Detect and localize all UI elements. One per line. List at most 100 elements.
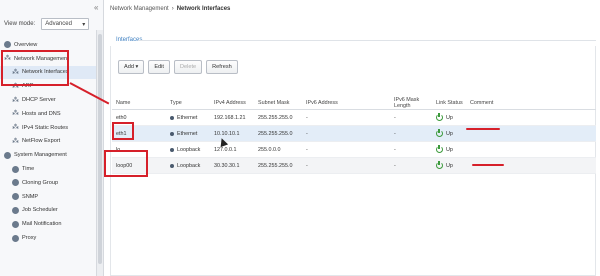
header-link-status[interactable]: Link Status: [436, 100, 470, 106]
breadcrumb-separator: ›: [171, 6, 174, 12]
table-row[interactable]: eth1 Ethernet 10.10.10.1 255.255.255.0 -…: [112, 126, 596, 142]
cell-mask: 255.255.255.0: [258, 162, 293, 169]
cell-type: Ethernet: [170, 131, 214, 137]
annotation-box-network-management: [1, 50, 69, 86]
sidebar-item-system-management[interactable]: System Management: [0, 148, 96, 162]
cell-type-label: Loopback: [177, 162, 201, 169]
loopback-icon: [170, 147, 174, 152]
sidebar-item-label: SNMP: [22, 193, 39, 200]
section-divider: [138, 40, 596, 41]
mail-icon: [12, 220, 19, 228]
ethernet-icon: [170, 115, 174, 120]
header-ipv4[interactable]: IPv4 Address: [214, 100, 258, 106]
header-mask[interactable]: Subnet Mask: [258, 100, 306, 106]
loopback-icon: [170, 163, 174, 168]
cell-type: Loopback: [170, 163, 214, 169]
snmp-icon: [12, 193, 19, 201]
cell-type-label: Ethernet: [177, 130, 198, 137]
view-mode-value: Advanced: [45, 21, 72, 27]
sidebar-item-snmp[interactable]: SNMP: [0, 190, 96, 204]
chevron-down-icon: ▾: [82, 21, 86, 28]
sidebar-item-time[interactable]: Time: [0, 162, 96, 176]
power-icon: [436, 144, 443, 153]
cell-mask: 255.255.255.0: [258, 130, 293, 137]
table-row[interactable]: loop00 Loopback 30.30.30.1 255.255.255.0…: [112, 158, 596, 174]
cell-type-label: Loopback: [177, 146, 201, 153]
routes-icon: ⁂: [12, 124, 19, 132]
cell-status: Up: [436, 112, 470, 121]
cell-type: Loopback: [170, 147, 214, 153]
breadcrumb: Network Management › Network Interfaces: [110, 6, 230, 12]
sidebar-item-ipv4-routes[interactable]: ⁂ IPv4 Static Routes: [0, 121, 96, 135]
sidebar-item-proxy[interactable]: Proxy: [0, 231, 96, 245]
power-icon: [436, 128, 443, 137]
cell-ipv6: -: [306, 114, 308, 121]
sidebar-item-label: Overview: [14, 41, 38, 48]
annotation-mark-eth1: [466, 128, 500, 130]
cell-ipv4: 127.0.0.1: [214, 146, 237, 153]
power-icon: [436, 160, 443, 169]
dhcp-icon: ⁂: [12, 96, 19, 104]
cell-mask: 255.0.0.0: [258, 146, 281, 153]
cell-ipv4: 10.10.10.1: [214, 130, 240, 137]
sidebar-item-job-scheduler[interactable]: Job Scheduler: [0, 204, 96, 218]
add-button[interactable]: Add ▾: [118, 60, 145, 74]
annotation-box-loop00: [104, 150, 148, 177]
table-header: Name Type IPv4 Address Subnet Mask IPv6 …: [112, 96, 596, 110]
table-row[interactable]: eth0 Ethernet 192.168.1.21 255.255.255.0…: [112, 110, 596, 126]
table-row[interactable]: lo Loopback 127.0.0.1 255.0.0.0 - - Up: [112, 142, 596, 158]
breadcrumb-parent[interactable]: Network Management: [110, 6, 169, 12]
sidebar-item-cloning-group[interactable]: Cloning Group: [0, 176, 96, 190]
sidebar-item-label: IPv4 Static Routes: [22, 124, 69, 131]
cell-status-label: Up: [446, 114, 453, 121]
edit-button[interactable]: Edit: [148, 60, 170, 74]
refresh-button[interactable]: Refresh: [206, 60, 238, 74]
header-ipv6-length[interactable]: IPv6 Mask Length: [394, 97, 436, 109]
cell-status: Up: [436, 144, 470, 153]
header-ipv6[interactable]: IPv6 Address: [306, 100, 394, 106]
toolbar: Add ▾ Edit Delete Refresh: [118, 60, 238, 74]
view-mode-label: View mode:: [4, 21, 36, 27]
header-type[interactable]: Type: [170, 100, 214, 106]
collapse-sidebar-button[interactable]: «: [94, 3, 98, 12]
system-icon: [4, 151, 11, 159]
cell-ipv4: 30.30.30.1: [214, 162, 240, 169]
hosts-dns-icon: ⁂: [12, 110, 19, 118]
cell-ipv6-length: -: [394, 146, 396, 153]
sidebar-item-label: Hosts and DNS: [22, 110, 61, 117]
cell-ipv6: -: [306, 146, 308, 153]
sidebar-item-dhcp-server[interactable]: ⁂ DHCP Server: [0, 93, 96, 107]
breadcrumb-current: Network Interfaces: [176, 6, 231, 12]
cell-ipv4: 192.168.1.21: [214, 114, 246, 121]
sidebar-scrollbar-thumb[interactable]: [98, 34, 102, 264]
cloning-icon: [12, 179, 19, 187]
sidebar-item-mail-notification[interactable]: Mail Notification: [0, 217, 96, 231]
annotation-box-eth1: [112, 122, 134, 140]
cell-status-label: Up: [446, 162, 453, 169]
cell-ipv6: -: [306, 130, 308, 137]
sidebar-item-hosts-dns[interactable]: ⁂ Hosts and DNS: [0, 107, 96, 121]
scheduler-icon: [12, 206, 19, 214]
cell-status-label: Up: [446, 146, 453, 153]
sidebar-item-label: Job Scheduler: [22, 207, 58, 214]
delete-button[interactable]: Delete: [173, 60, 203, 74]
power-icon: [436, 112, 443, 121]
cell-status: Up: [436, 128, 470, 137]
proxy-icon: [12, 234, 19, 242]
sidebar-item-label: Mail Notification: [22, 221, 62, 228]
cell-status-label: Up: [446, 130, 453, 137]
header-comment[interactable]: Comment: [470, 100, 596, 106]
sidebar-item-netflow-export[interactable]: ⁂ NetFlow Export: [0, 135, 96, 149]
cell-type-label: Ethernet: [177, 114, 198, 121]
view-mode-select[interactable]: Advanced ▾: [41, 18, 90, 30]
cell-mask: 255.255.255.0: [258, 114, 293, 121]
netflow-icon: ⁂: [12, 137, 19, 145]
sidebar-item-label: Proxy: [22, 235, 37, 242]
sidebar-scrollbar[interactable]: [96, 30, 103, 276]
cell-ipv6: -: [306, 162, 308, 169]
annotation-mark-loop00: [472, 164, 504, 166]
cell-ipv6-length: -: [394, 162, 396, 169]
sidebar-item-label: Time: [22, 166, 35, 173]
view-mode: View mode: Advanced ▾: [4, 18, 90, 30]
header-name[interactable]: Name: [112, 100, 170, 106]
